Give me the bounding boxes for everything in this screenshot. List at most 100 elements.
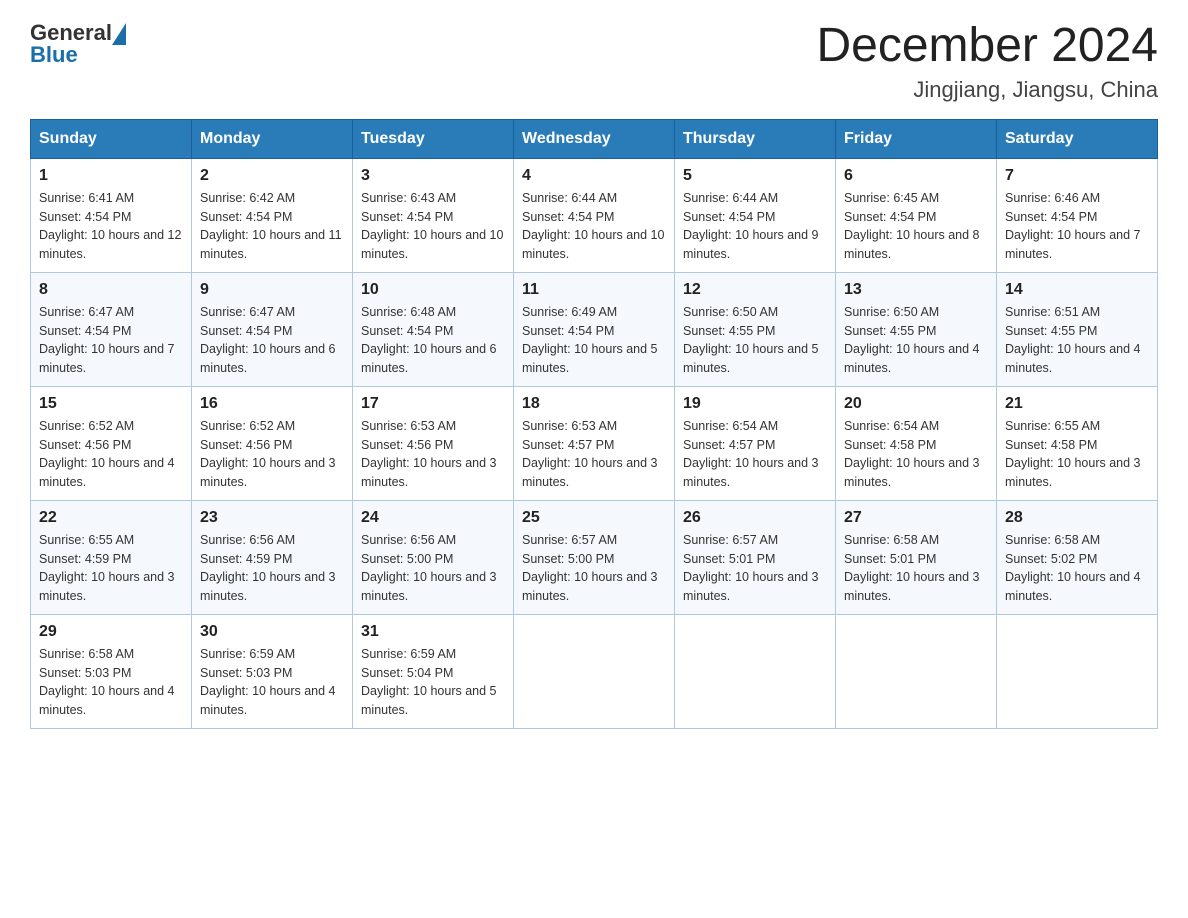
- day-info: Sunrise: 6:47 AM Sunset: 4:54 PM Dayligh…: [39, 303, 183, 378]
- day-number: 4: [522, 167, 666, 185]
- day-info: Sunrise: 6:49 AM Sunset: 4:54 PM Dayligh…: [522, 303, 666, 378]
- calendar-week-3: 15 Sunrise: 6:52 AM Sunset: 4:56 PM Dayl…: [31, 386, 1158, 500]
- logo: General Blue: [30, 20, 126, 68]
- calendar-day-cell: 8 Sunrise: 6:47 AM Sunset: 4:54 PM Dayli…: [31, 272, 192, 386]
- calendar-day-cell: 17 Sunrise: 6:53 AM Sunset: 4:56 PM Dayl…: [353, 386, 514, 500]
- day-number: 8: [39, 281, 183, 299]
- day-number: 22: [39, 509, 183, 527]
- day-number: 13: [844, 281, 988, 299]
- header-thursday: Thursday: [675, 119, 836, 158]
- day-number: 16: [200, 395, 344, 413]
- calendar-day-cell: 11 Sunrise: 6:49 AM Sunset: 4:54 PM Dayl…: [514, 272, 675, 386]
- calendar-day-cell: 16 Sunrise: 6:52 AM Sunset: 4:56 PM Dayl…: [192, 386, 353, 500]
- day-info: Sunrise: 6:44 AM Sunset: 4:54 PM Dayligh…: [683, 189, 827, 264]
- day-info: Sunrise: 6:57 AM Sunset: 5:01 PM Dayligh…: [683, 531, 827, 606]
- day-info: Sunrise: 6:53 AM Sunset: 4:56 PM Dayligh…: [361, 417, 505, 492]
- day-info: Sunrise: 6:53 AM Sunset: 4:57 PM Dayligh…: [522, 417, 666, 492]
- day-info: Sunrise: 6:41 AM Sunset: 4:54 PM Dayligh…: [39, 189, 183, 264]
- day-number: 21: [1005, 395, 1149, 413]
- day-info: Sunrise: 6:46 AM Sunset: 4:54 PM Dayligh…: [1005, 189, 1149, 264]
- header-tuesday: Tuesday: [353, 119, 514, 158]
- calendar-day-cell: 6 Sunrise: 6:45 AM Sunset: 4:54 PM Dayli…: [836, 158, 997, 272]
- calendar-day-cell: 5 Sunrise: 6:44 AM Sunset: 4:54 PM Dayli…: [675, 158, 836, 272]
- day-number: 23: [200, 509, 344, 527]
- day-info: Sunrise: 6:43 AM Sunset: 4:54 PM Dayligh…: [361, 189, 505, 264]
- logo-blue: Blue: [30, 42, 78, 68]
- day-number: 6: [844, 167, 988, 185]
- calendar-day-cell: 28 Sunrise: 6:58 AM Sunset: 5:02 PM Dayl…: [997, 500, 1158, 614]
- day-info: Sunrise: 6:52 AM Sunset: 4:56 PM Dayligh…: [39, 417, 183, 492]
- calendar-day-cell: 30 Sunrise: 6:59 AM Sunset: 5:03 PM Dayl…: [192, 614, 353, 728]
- day-number: 27: [844, 509, 988, 527]
- title-block: December 2024 Jingjiang, Jiangsu, China: [816, 20, 1158, 103]
- day-number: 25: [522, 509, 666, 527]
- calendar-day-cell: 1 Sunrise: 6:41 AM Sunset: 4:54 PM Dayli…: [31, 158, 192, 272]
- day-number: 1: [39, 167, 183, 185]
- calendar-day-cell: 15 Sunrise: 6:52 AM Sunset: 4:56 PM Dayl…: [31, 386, 192, 500]
- calendar-day-cell: 25 Sunrise: 6:57 AM Sunset: 5:00 PM Dayl…: [514, 500, 675, 614]
- logo-triangle-icon: [112, 23, 126, 45]
- calendar-day-cell: 3 Sunrise: 6:43 AM Sunset: 4:54 PM Dayli…: [353, 158, 514, 272]
- day-number: 17: [361, 395, 505, 413]
- calendar-day-cell: 9 Sunrise: 6:47 AM Sunset: 4:54 PM Dayli…: [192, 272, 353, 386]
- calendar-week-5: 29 Sunrise: 6:58 AM Sunset: 5:03 PM Dayl…: [31, 614, 1158, 728]
- day-info: Sunrise: 6:58 AM Sunset: 5:01 PM Dayligh…: [844, 531, 988, 606]
- day-info: Sunrise: 6:45 AM Sunset: 4:54 PM Dayligh…: [844, 189, 988, 264]
- calendar-day-cell: 31 Sunrise: 6:59 AM Sunset: 5:04 PM Dayl…: [353, 614, 514, 728]
- day-info: Sunrise: 6:54 AM Sunset: 4:58 PM Dayligh…: [844, 417, 988, 492]
- calendar-day-cell: 27 Sunrise: 6:58 AM Sunset: 5:01 PM Dayl…: [836, 500, 997, 614]
- day-info: Sunrise: 6:58 AM Sunset: 5:03 PM Dayligh…: [39, 645, 183, 720]
- calendar-subtitle: Jingjiang, Jiangsu, China: [816, 77, 1158, 103]
- calendar-day-cell: 22 Sunrise: 6:55 AM Sunset: 4:59 PM Dayl…: [31, 500, 192, 614]
- calendar-day-cell: 26 Sunrise: 6:57 AM Sunset: 5:01 PM Dayl…: [675, 500, 836, 614]
- day-info: Sunrise: 6:59 AM Sunset: 5:03 PM Dayligh…: [200, 645, 344, 720]
- day-number: 29: [39, 623, 183, 641]
- day-number: 11: [522, 281, 666, 299]
- calendar-day-cell: 19 Sunrise: 6:54 AM Sunset: 4:57 PM Dayl…: [675, 386, 836, 500]
- day-info: Sunrise: 6:42 AM Sunset: 4:54 PM Dayligh…: [200, 189, 344, 264]
- day-number: 30: [200, 623, 344, 641]
- day-number: 9: [200, 281, 344, 299]
- calendar-day-cell: 29 Sunrise: 6:58 AM Sunset: 5:03 PM Dayl…: [31, 614, 192, 728]
- calendar-title: December 2024: [816, 20, 1158, 73]
- calendar-week-4: 22 Sunrise: 6:55 AM Sunset: 4:59 PM Dayl…: [31, 500, 1158, 614]
- header-friday: Friday: [836, 119, 997, 158]
- day-number: 20: [844, 395, 988, 413]
- day-number: 18: [522, 395, 666, 413]
- day-info: Sunrise: 6:57 AM Sunset: 5:00 PM Dayligh…: [522, 531, 666, 606]
- calendar-header-row: SundayMondayTuesdayWednesdayThursdayFrid…: [31, 119, 1158, 158]
- calendar-day-cell: [836, 614, 997, 728]
- calendar-day-cell: 14 Sunrise: 6:51 AM Sunset: 4:55 PM Dayl…: [997, 272, 1158, 386]
- day-info: Sunrise: 6:59 AM Sunset: 5:04 PM Dayligh…: [361, 645, 505, 720]
- calendar-table: SundayMondayTuesdayWednesdayThursdayFrid…: [30, 119, 1158, 729]
- day-info: Sunrise: 6:55 AM Sunset: 4:58 PM Dayligh…: [1005, 417, 1149, 492]
- day-number: 24: [361, 509, 505, 527]
- calendar-day-cell: [675, 614, 836, 728]
- calendar-day-cell: 23 Sunrise: 6:56 AM Sunset: 4:59 PM Dayl…: [192, 500, 353, 614]
- calendar-week-1: 1 Sunrise: 6:41 AM Sunset: 4:54 PM Dayli…: [31, 158, 1158, 272]
- header-monday: Monday: [192, 119, 353, 158]
- day-number: 3: [361, 167, 505, 185]
- day-info: Sunrise: 6:55 AM Sunset: 4:59 PM Dayligh…: [39, 531, 183, 606]
- calendar-day-cell: [514, 614, 675, 728]
- day-number: 2: [200, 167, 344, 185]
- day-number: 7: [1005, 167, 1149, 185]
- day-info: Sunrise: 6:50 AM Sunset: 4:55 PM Dayligh…: [844, 303, 988, 378]
- calendar-day-cell: 4 Sunrise: 6:44 AM Sunset: 4:54 PM Dayli…: [514, 158, 675, 272]
- day-number: 26: [683, 509, 827, 527]
- day-number: 19: [683, 395, 827, 413]
- day-info: Sunrise: 6:58 AM Sunset: 5:02 PM Dayligh…: [1005, 531, 1149, 606]
- header-wednesday: Wednesday: [514, 119, 675, 158]
- page-header: General Blue December 2024 Jingjiang, Ji…: [30, 20, 1158, 103]
- calendar-day-cell: 20 Sunrise: 6:54 AM Sunset: 4:58 PM Dayl…: [836, 386, 997, 500]
- calendar-day-cell: 18 Sunrise: 6:53 AM Sunset: 4:57 PM Dayl…: [514, 386, 675, 500]
- calendar-day-cell: 12 Sunrise: 6:50 AM Sunset: 4:55 PM Dayl…: [675, 272, 836, 386]
- calendar-day-cell: 10 Sunrise: 6:48 AM Sunset: 4:54 PM Dayl…: [353, 272, 514, 386]
- calendar-day-cell: 7 Sunrise: 6:46 AM Sunset: 4:54 PM Dayli…: [997, 158, 1158, 272]
- calendar-day-cell: 24 Sunrise: 6:56 AM Sunset: 5:00 PM Dayl…: [353, 500, 514, 614]
- calendar-day-cell: [997, 614, 1158, 728]
- day-info: Sunrise: 6:56 AM Sunset: 5:00 PM Dayligh…: [361, 531, 505, 606]
- calendar-day-cell: 21 Sunrise: 6:55 AM Sunset: 4:58 PM Dayl…: [997, 386, 1158, 500]
- day-number: 10: [361, 281, 505, 299]
- day-number: 28: [1005, 509, 1149, 527]
